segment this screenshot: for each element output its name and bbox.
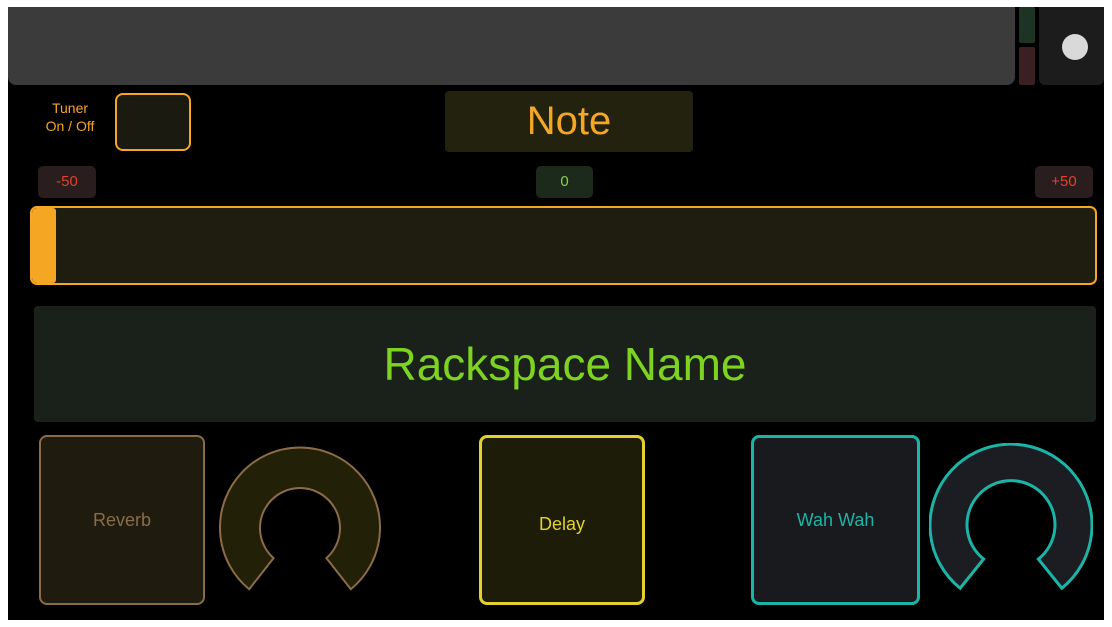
- delay-button-label: Delay: [538, 514, 586, 534]
- tuner-scale-center: 0: [536, 166, 593, 198]
- top-bar: [8, 7, 1015, 85]
- record-button[interactable]: [1039, 7, 1104, 85]
- tuner-toggle-label: Tuner On / Off: [30, 99, 110, 135]
- reverb-button[interactable]: Reverb: [39, 435, 205, 605]
- tuner-label-line2: On / Off: [45, 118, 95, 134]
- tuner-deviation-bar: [30, 206, 1097, 285]
- delay-button[interactable]: Delay: [479, 435, 645, 605]
- tuner-toggle-button[interactable]: [115, 93, 191, 151]
- wah-wah-button-label: Wah Wah: [796, 509, 875, 530]
- level-meter-red: [1019, 47, 1035, 85]
- level-meter-green: [1019, 7, 1035, 43]
- reverb-knob[interactable]: [219, 443, 381, 605]
- tuner-scale-max: +50: [1035, 166, 1093, 198]
- rig-panel: Tuner On / Off Note -50 0 +50 Rackspace …: [8, 7, 1104, 620]
- record-dot-icon: [1062, 34, 1088, 60]
- rackspace-name-display: Rackspace Name: [34, 306, 1096, 422]
- tuner-scale-min: -50: [38, 166, 96, 198]
- tuner-note-display: Note: [445, 91, 693, 152]
- knob-icon: [219, 446, 381, 591]
- reverb-button-label: Reverb: [92, 509, 152, 530]
- wah-wah-button[interactable]: Wah Wah: [751, 435, 920, 605]
- tuner-deviation-indicator: [32, 208, 56, 283]
- tuner-label-line1: Tuner: [51, 100, 89, 116]
- wah-wah-knob[interactable]: [929, 443, 1093, 607]
- knob-icon: [929, 443, 1093, 591]
